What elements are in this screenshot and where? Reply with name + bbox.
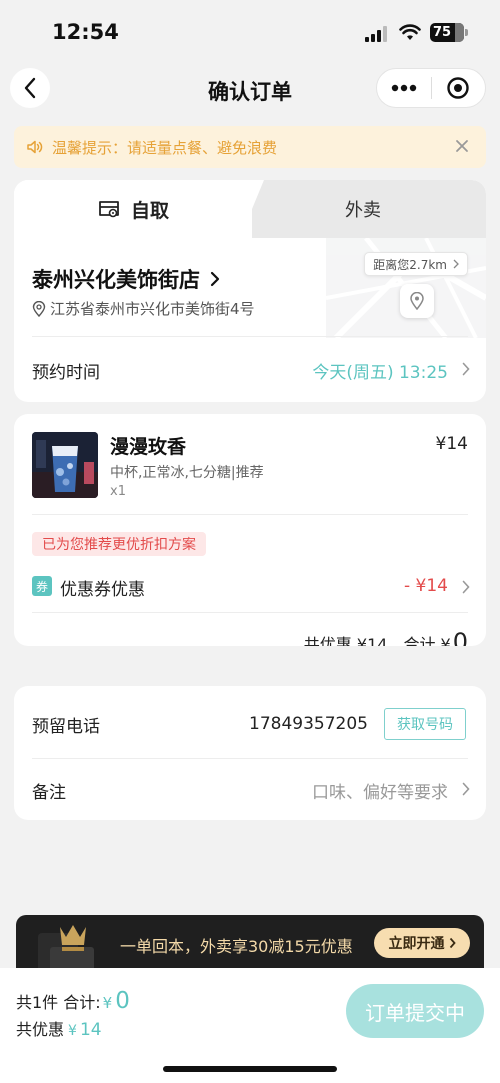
- chevron-right-icon: [210, 271, 220, 287]
- distance-text: 距离您2.7km: [373, 257, 447, 272]
- location-pin-icon: [32, 300, 46, 317]
- remark-label: 备注: [32, 783, 66, 803]
- bottom-discount: 共优惠 ¥ 14: [16, 1016, 102, 1040]
- divider: [32, 612, 468, 613]
- product-price: ¥14: [435, 434, 468, 454]
- chevron-right-icon: [453, 259, 459, 269]
- product-qty: x1: [110, 484, 126, 499]
- status-bar: 12:54 75: [0, 0, 500, 62]
- close-icon[interactable]: [452, 136, 472, 156]
- map-pin-icon: [400, 284, 434, 318]
- wifi-icon: [399, 24, 421, 40]
- notice-text: 温馨提示：请适量点餐、避免浪费: [52, 138, 278, 157]
- bottom-discount-value: 14: [79, 1020, 102, 1040]
- summary-discount: 共优惠 ¥14: [303, 635, 388, 646]
- store-name-text: 泰州兴化美饰街店: [32, 268, 200, 292]
- store-address: 江苏省泰州市兴化市美饰街4号: [32, 298, 255, 319]
- home-indicator: [163, 1066, 337, 1072]
- activate-button-label: 立即开通: [388, 936, 445, 952]
- store-card: 外卖 自取 泰州兴化美饰街店 江苏省泰州市兴化市美饰街4号 距离您2.7km 预…: [14, 180, 486, 402]
- signal-icon: [365, 26, 389, 42]
- store-name[interactable]: 泰州兴化美饰街店: [32, 264, 220, 294]
- membership-banner[interactable]: 一单回本，外卖享30减15元优惠 立即开通: [16, 915, 484, 975]
- divider: [32, 758, 468, 759]
- tab-pickup-label: 自取: [130, 199, 169, 222]
- bottom-bar: 共1件 合计: ¥ 0 共优惠 ¥ 14 订单提交中: [0, 968, 500, 1083]
- product-image: [32, 432, 98, 498]
- summary-total-value: 0: [452, 628, 468, 646]
- mini-program-capsule: [376, 68, 486, 108]
- get-number-button[interactable]: 获取号码: [384, 708, 466, 740]
- divider: [32, 514, 468, 515]
- banner-text: 一单回本，外卖享30减15元优惠: [120, 937, 353, 956]
- more-dots-icon[interactable]: [377, 69, 431, 107]
- submit-order-button[interactable]: 订单提交中: [346, 984, 484, 1038]
- bottom-total: 共1件 合计: ¥ 0: [16, 988, 130, 1014]
- tab-pickup-slant: [240, 180, 264, 238]
- bottom-currency: ¥: [102, 994, 113, 1012]
- chevron-right-icon: [462, 362, 470, 376]
- chevron-right-icon: [449, 937, 456, 949]
- tab-pickup[interactable]: 自取: [14, 180, 252, 238]
- notice-bar: 温馨提示：请适量点餐、避免浪费: [14, 126, 486, 168]
- chevron-right-icon: [462, 782, 470, 796]
- phone-value[interactable]: 17849357205: [249, 714, 368, 734]
- coupon-badge: 券: [32, 576, 52, 596]
- target-circle-icon[interactable]: [431, 69, 485, 107]
- chevron-right-icon: [462, 580, 470, 594]
- bottom-discount-label: 共优惠: [16, 1020, 65, 1039]
- bottom-count-label: 共1件 合计:: [16, 993, 101, 1012]
- store-address-text: 江苏省泰州市兴化市美饰街4号: [50, 300, 255, 318]
- activate-button[interactable]: 立即开通: [374, 928, 470, 958]
- summary-total-label: 合计 ¥: [403, 635, 451, 646]
- bottom-total-value: 0: [115, 988, 130, 1014]
- nav-bar: 确认订单: [0, 62, 500, 118]
- store-icon: [99, 201, 119, 218]
- battery-icon: 75: [430, 23, 468, 42]
- coupon-value[interactable]: - ¥14: [404, 576, 448, 596]
- speaker-icon: [27, 140, 43, 154]
- reserve-time-label: 预约时间: [32, 363, 100, 383]
- promo-tag: 已为您推荐更优折扣方案: [32, 532, 206, 556]
- distance-chip[interactable]: 距离您2.7km: [364, 252, 468, 276]
- tab-delivery[interactable]: 外卖: [240, 180, 486, 238]
- phone-label: 预留电话: [32, 717, 100, 737]
- remark-input[interactable]: 口味、偏好等要求: [312, 778, 448, 803]
- bottom-discount-currency: ¥: [68, 1023, 77, 1039]
- divider: [32, 336, 468, 337]
- reserve-time-value[interactable]: 今天(周五) 13:25: [312, 358, 448, 383]
- order-summary: 共优惠 ¥14 合计 ¥ 0: [304, 628, 468, 646]
- product-name: 漫漫玫香: [110, 436, 187, 458]
- battery-level: 75: [433, 25, 452, 40]
- product-spec: 中杯,正常冰,七分糖|推荐: [110, 465, 264, 481]
- order-type-tabs: 外卖 自取: [14, 180, 486, 238]
- product-card: 漫漫玫香 中杯,正常冰,七分糖|推荐 x1 ¥14 已为您推荐更优折扣方案 券 …: [14, 414, 486, 646]
- coupon-label[interactable]: 优惠券优惠: [60, 575, 145, 600]
- status-time: 12:54: [52, 20, 119, 44]
- contact-card: 预留电话 17849357205 获取号码 备注 口味、偏好等要求: [14, 686, 486, 820]
